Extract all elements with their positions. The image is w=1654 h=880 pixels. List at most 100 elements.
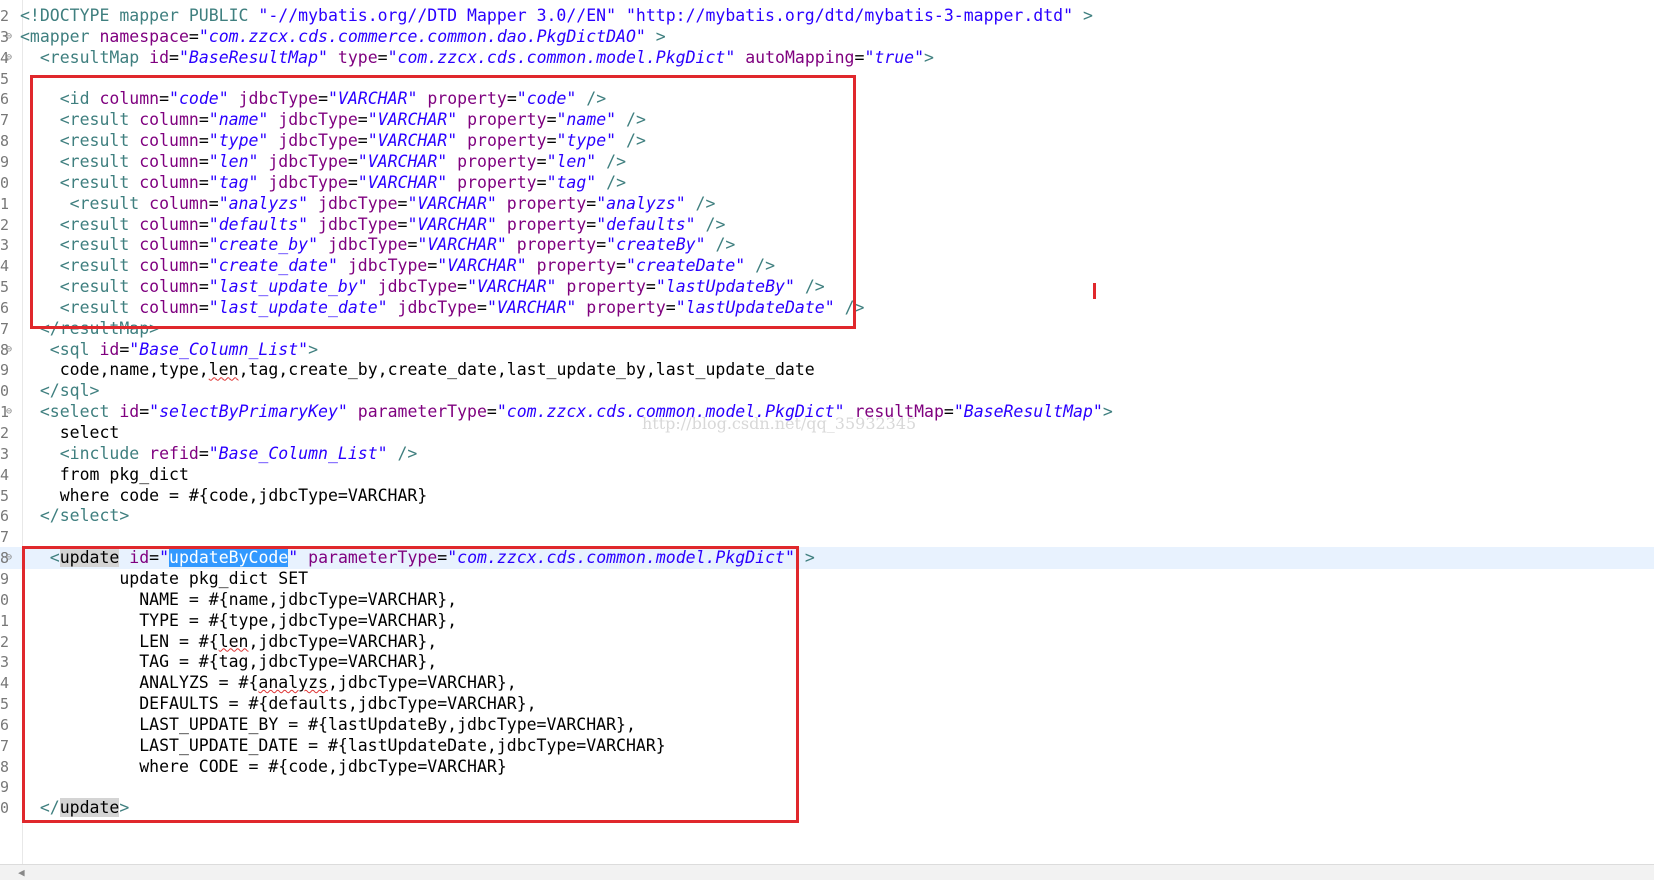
fold-toggle-icon[interactable]: ⊖ (6, 401, 12, 423)
token-txt: = (854, 47, 865, 67)
code-text[interactable]: DEFAULTS = #{defaults,jdbcType=VARCHAR}, (20, 693, 536, 715)
code-line[interactable]: 9 (0, 776, 1654, 798)
code-text[interactable]: LAST_UPDATE_BY = #{lastUpdateBy,jdbcType… (20, 714, 636, 736)
fold-toggle-icon[interactable]: ⊖ (6, 26, 12, 48)
code-text[interactable]: <result column="len" jdbcType="VARCHAR" … (20, 151, 626, 173)
code-line[interactable]: 5 (0, 68, 1654, 90)
code-text[interactable]: <select id="selectByPrimaryKey" paramete… (20, 401, 1113, 423)
code-line[interactable]: 7 <result column="name" jdbcType="VARCHA… (0, 109, 1654, 131)
code-text[interactable]: where CODE = #{code,jdbcType=VARCHAR} (20, 756, 507, 778)
code-text[interactable]: TAG = #{tag,jdbcType=VARCHAR}, (20, 651, 437, 673)
code-line[interactable]: 4 <result column="create_date" jdbcType=… (0, 255, 1654, 277)
code-text[interactable]: code,name,type,len,tag,create_by,create_… (20, 359, 815, 381)
code-line[interactable]: 0 </update> (0, 797, 1654, 819)
code-line[interactable]: 6 LAST_UPDATE_BY = #{lastUpdateBy,jdbcTy… (0, 714, 1654, 736)
code-text[interactable]: LEN = #{len,jdbcType=VARCHAR}, (20, 631, 437, 653)
horizontal-scrollbar[interactable]: ◀ (0, 864, 1654, 880)
fold-toggle-icon[interactable]: ⊖ (6, 339, 12, 361)
token-attr: jdbcType (327, 235, 408, 255)
code-text[interactable]: <result column="tag" jdbcType="VARCHAR" … (20, 172, 626, 194)
code-text[interactable]: <id column="code" jdbcType="VARCHAR" pro… (20, 88, 606, 110)
code-line[interactable]: 2 <!DOCTYPE mapper PUBLIC "-//mybatis.org… (0, 5, 1654, 27)
code-line[interactable]: 6 </select> (0, 505, 1654, 527)
xml-code-editor[interactable]: 2 <!DOCTYPE mapper PUBLIC "-//mybatis.org… (0, 0, 1654, 880)
code-text[interactable]: <result column="create_date" jdbcType="V… (20, 255, 775, 277)
code-line[interactable]: 6 <id column="code" jdbcType="VARCHAR" p… (0, 88, 1654, 110)
code-text[interactable]: <result column="analyzs" jdbcType="VARCH… (20, 193, 716, 215)
code-text[interactable]: <sql id="Base_Column_List"> (20, 339, 318, 361)
token-attr: jdbcType (278, 131, 358, 151)
code-text[interactable]: <update id="updateByCode" parameterType=… (20, 547, 815, 569)
code-text[interactable]: </resultMap> (20, 318, 159, 340)
code-text[interactable]: <include refid="Base_Column_List" /> (20, 443, 418, 465)
token-val: "tag" (208, 172, 259, 192)
code-line[interactable]: 7 LAST_UPDATE_DATE = #{lastUpdateDate,jd… (0, 735, 1654, 757)
token-attr: jdbcType (238, 89, 319, 109)
code-line[interactable]: 8 <result column="type" jdbcType="VARCHA… (0, 130, 1654, 152)
fold-toggle-icon[interactable]: ⊖ (6, 547, 12, 569)
code-line[interactable]: 7 </resultMap> (0, 318, 1654, 340)
code-line[interactable]: 5 where code = #{code,jdbcType=VARCHAR} (0, 485, 1654, 507)
fold-toggle-icon[interactable]: ⊖ (6, 47, 12, 69)
code-text[interactable]: <result column="type" jdbcType="VARCHAR"… (20, 130, 646, 152)
code-line[interactable]: 4 ⊖ <resultMap id="BaseResultMap" type="c… (0, 47, 1654, 69)
code-text[interactable]: where code = #{code,jdbcType=VARCHAR} (20, 485, 428, 507)
code-line[interactable]: 6 <result column="last_update_date" jdbc… (0, 297, 1654, 319)
code-line[interactable]: 3 <include refid="Base_Column_List" /> (0, 443, 1654, 465)
code-text[interactable]: select (20, 422, 120, 444)
code-line[interactable]: 5 DEFAULTS = #{defaults,jdbcType=VARCHAR… (0, 693, 1654, 715)
code-line[interactable]: 9 <result column="len" jdbcType="VARCHAR… (0, 151, 1654, 173)
code-line[interactable]: 4 ANALYZS = #{analyzs,jdbcType=VARCHAR}, (0, 672, 1654, 694)
code-text[interactable]: TYPE = #{type,jdbcType=VARCHAR}, (20, 610, 457, 632)
token-txt: = (198, 172, 209, 192)
code-text[interactable]: LAST_UPDATE_DATE = #{lastUpdateDate,jdbc… (20, 735, 666, 757)
scroll-left-arrow-icon[interactable]: ◀ (18, 866, 25, 879)
code-line[interactable]: 1 TYPE = #{type,jdbcType=VARCHAR}, (0, 610, 1654, 632)
code-text[interactable]: <!DOCTYPE mapper PUBLIC "-//mybatis.org/… (20, 5, 1093, 27)
code-line[interactable]: 7 (0, 526, 1654, 548)
token-tag (735, 48, 745, 67)
token-tag (447, 152, 457, 171)
code-line[interactable]: 0 NAME = #{name,jdbcType=VARCHAR}, (0, 589, 1654, 611)
code-line[interactable]: 4 from pkg_dict (0, 464, 1654, 486)
code-line[interactable]: 9 update pkg_dict SET (0, 568, 1654, 590)
code-line[interactable]: 9 code,name,type,len,tag,create_by,creat… (0, 359, 1654, 381)
code-text[interactable]: <result column="defaults" jdbcType="VARC… (20, 214, 726, 236)
code-text[interactable]: from pkg_dict (20, 464, 189, 486)
code-text[interactable]: <resultMap id="BaseResultMap" type="com.… (20, 47, 934, 69)
code-line[interactable]: 2 LEN = #{len,jdbcType=VARCHAR}, (0, 631, 1654, 653)
token-txt: = (198, 256, 209, 276)
token-txt: = (357, 110, 368, 130)
code-line[interactable]: 2 <result column="defaults" jdbcType="VA… (0, 214, 1654, 236)
code-text[interactable]: </update> (20, 797, 129, 819)
code-text[interactable]: <result column="name" jdbcType="VARCHAR"… (20, 109, 646, 131)
code-line[interactable]: 0 </sql> (0, 380, 1654, 402)
code-text[interactable]: </select> (20, 505, 129, 527)
code-line[interactable]: 3 ⊖ <mapper namespace="com.zzcx.cds.commer… (0, 26, 1654, 48)
code-text[interactable]: <mapper namespace="com.zzcx.cds.commerce… (20, 26, 666, 48)
code-line[interactable]: 0 <result column="tag" jdbcType="VARCHAR… (0, 172, 1654, 194)
code-text[interactable]: ANALYZS = #{analyzs,jdbcType=VARCHAR}, (20, 672, 517, 694)
token-tag: /> (596, 172, 627, 192)
token-txt: = (347, 172, 358, 192)
code-text[interactable]: NAME = #{name,jdbcType=VARCHAR}, (20, 589, 457, 611)
code-line[interactable]: 5 <result column="last_update_by" jdbcTy… (0, 276, 1654, 298)
line-number: 5 (0, 695, 10, 714)
token-txt: select (20, 423, 120, 442)
code-line[interactable]: 3 TAG = #{tag,jdbcType=VARCHAR}, (0, 651, 1654, 673)
code-line[interactable]: 8 ⊖ <sql id="Base_Column_List"> (0, 339, 1654, 361)
token-attr: property (467, 131, 547, 151)
token-tag (258, 173, 268, 192)
code-text[interactable]: </sql> (20, 380, 100, 402)
code-text[interactable]: update pkg_dict SET (20, 568, 308, 590)
code-line[interactable]: 8 where CODE = #{code,jdbcType=VARCHAR} (0, 756, 1654, 778)
token-attr: parameterType (357, 402, 487, 422)
code-line[interactable]: 1 <result column="analyzs" jdbcType="VAR… (0, 193, 1654, 215)
token-attr: property (586, 297, 666, 317)
token-attr: property (506, 193, 587, 213)
code-text[interactable]: <result column="last_update_by" jdbcType… (20, 276, 825, 298)
code-line[interactable]: 3 <result column="create_by" jdbcType="V… (0, 234, 1654, 256)
code-text[interactable]: <result column="last_update_date" jdbcTy… (20, 297, 865, 319)
code-line[interactable]: 8 ⊖ <update id="updateByCode" parameterTy… (0, 547, 1654, 570)
code-text[interactable]: <result column="create_by" jdbcType="VAR… (20, 234, 736, 256)
